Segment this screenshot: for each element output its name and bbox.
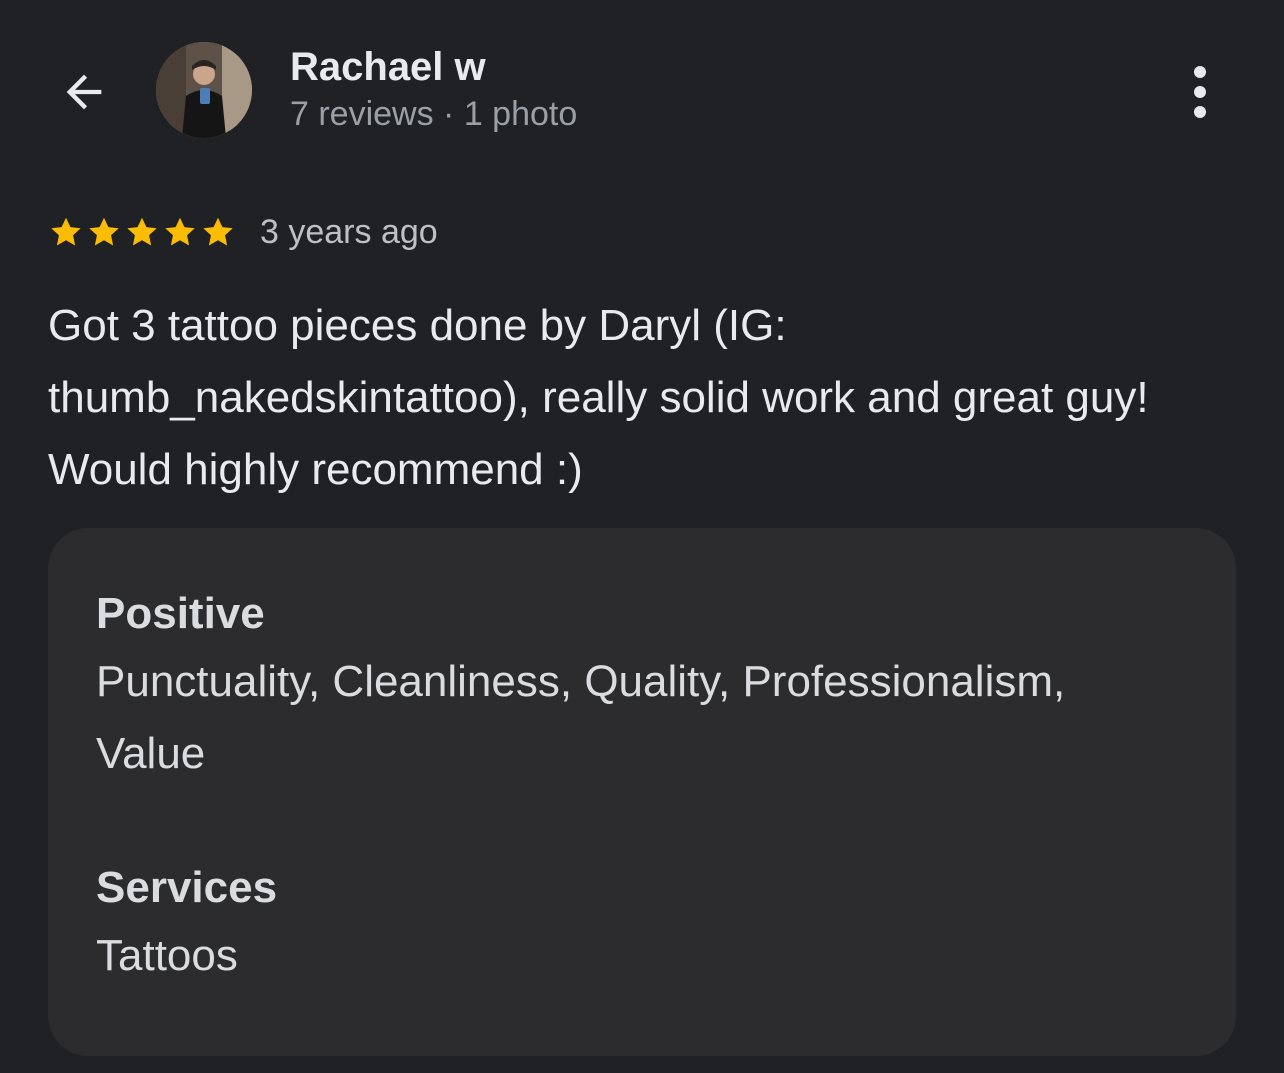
positive-value: Punctuality, Cleanliness, Quality, Profe… (96, 657, 1066, 778)
review-date: 3 years ago (260, 212, 438, 251)
services-section: Services Tattoos (96, 856, 1188, 992)
arrow-back-icon (66, 74, 102, 110)
review-page: Rachael w 7 reviews · 1 photo 3 years ag… (0, 0, 1284, 1073)
star-icon (51, 217, 81, 246)
more-options-button[interactable] (1176, 60, 1224, 124)
more-vert-icon (1194, 66, 1206, 118)
reviewer-name[interactable]: Rachael w (290, 42, 486, 92)
positive-heading: Positive (96, 589, 265, 638)
services-heading: Services (96, 863, 278, 912)
star-icon (89, 217, 119, 246)
positive-section: Positive Punctuality, Cleanliness, Quali… (96, 582, 1188, 790)
services-value: Tattoos (96, 931, 238, 980)
avatar-photo (156, 42, 252, 138)
avatar[interactable] (156, 42, 252, 138)
rating-row: 3 years ago (48, 206, 438, 258)
review-text: Got 3 tattoo pieces done by Daryl (IG: t… (48, 301, 1149, 494)
back-button[interactable] (54, 64, 114, 120)
star-icon (203, 217, 233, 246)
attributes-card: Positive Punctuality, Cleanliness, Quali… (48, 528, 1236, 1056)
star-rating (48, 214, 236, 250)
reviewer-meta: 7 reviews · 1 photo (290, 95, 578, 133)
star-icon (165, 217, 195, 246)
star-icon (127, 217, 157, 246)
